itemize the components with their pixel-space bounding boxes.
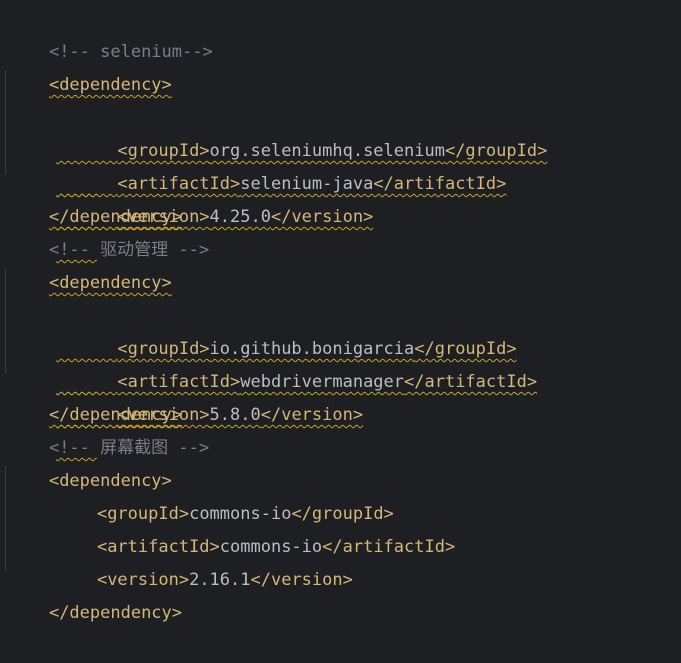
dependency-close-tag: </dependency>: [48, 603, 183, 623]
version-value: 2.16.1: [189, 570, 251, 590]
artifactid-close-tag: </artifactId>: [373, 174, 507, 194]
code-line-comment: <!-- 屏幕截图 -->: [8, 399, 209, 458]
code-line: <groupId>io.github.bonigarcia</groupId>: [56, 267, 516, 359]
artifactid-value: webdrivermanager: [240, 372, 405, 392]
groupid-close-tag: </groupId>: [444, 141, 548, 161]
indent-guide: [5, 268, 6, 373]
code-line: </dependency>: [8, 168, 182, 227]
code-line: <artifactId>commons-io</artifactId>: [56, 498, 455, 557]
code-line: <groupId>org.seleniumhq.selenium</groupI…: [56, 69, 547, 161]
code-line: <groupId>commons-io</groupId>: [56, 465, 394, 524]
code-line-comment: <!-- selenium-->: [8, 3, 213, 62]
code-line: <version>2.16.1</version>: [56, 531, 353, 590]
version-close-tag: </version>: [260, 405, 364, 425]
version-value: 5.8.0: [209, 405, 261, 425]
code-line: <version>4.25.0</version>: [56, 135, 373, 227]
code-line-comment: <!-- 驱动管理 -->: [8, 201, 209, 260]
code-line: <dependency>: [8, 36, 172, 95]
version-close-tag: </version>: [270, 207, 374, 227]
code-line: </dependency>: [8, 366, 182, 425]
version-value: 4.25.0: [209, 207, 271, 227]
code-line: <dependency>: [8, 432, 172, 491]
code-line: </dependency>: [8, 564, 182, 623]
code-line: <artifactId>selenium-java</artifactId>: [56, 102, 506, 194]
indent-guide: [5, 466, 6, 571]
artifactid-close-tag: </artifactId>: [404, 372, 538, 392]
code-line: <artifactId>webdrivermanager</artifactId…: [56, 300, 537, 392]
groupid-close-tag: </groupId>: [414, 339, 517, 359]
version-close-tag: </version>: [250, 570, 353, 590]
code-line: <version>5.8.0</version>: [56, 333, 363, 425]
indent-guide: [5, 70, 6, 175]
artifactid-value: selenium-java: [240, 174, 374, 194]
code-editor[interactable]: <!-- selenium--> <dependency> <groupId>o…: [0, 0, 681, 623]
code-line: <dependency>: [8, 234, 172, 293]
